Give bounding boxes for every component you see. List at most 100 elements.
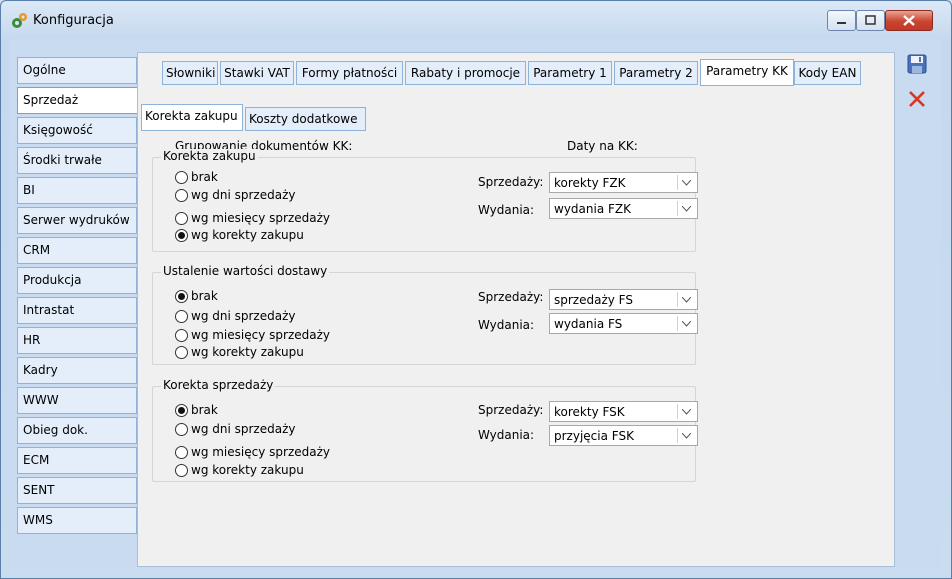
- close-window-button[interactable]: [885, 10, 933, 31]
- tab-formy-platnosci[interactable]: Formy płatności: [296, 61, 403, 85]
- tab-parametry-2[interactable]: Parametry 2: [614, 61, 698, 85]
- sidebar-item-intrastat[interactable]: Intrastat: [17, 297, 137, 324]
- issue-dropdown-value: wydania FZK: [554, 202, 631, 216]
- sidebar-item-ogolne[interactable]: Ogólne: [17, 57, 137, 84]
- radio-brak[interactable]: brak: [175, 401, 218, 419]
- issue-dropdown[interactable]: przyjęcia FSK: [549, 425, 698, 446]
- sales-dropdown-value: korekty FSK: [554, 405, 625, 419]
- subtab-korekta-zakupu[interactable]: Korekta zakupu: [141, 104, 243, 131]
- radio-circle: [175, 463, 188, 477]
- sidebar-item-bi[interactable]: BI: [17, 177, 137, 204]
- chevron-down-icon: [677, 292, 695, 307]
- close-icon: [909, 91, 925, 107]
- tab-slowniki[interactable]: Słowniki: [162, 61, 218, 85]
- close-x-icon: [903, 15, 915, 26]
- maximize-icon: [865, 15, 876, 25]
- radio-wg-korekty-zakupu[interactable]: wg korekty zakupu: [175, 461, 304, 479]
- radio-circle: [175, 445, 188, 459]
- sidebar-item-crm[interactable]: CRM: [17, 237, 137, 264]
- tab-kody-ean[interactable]: Kody EAN: [794, 61, 861, 85]
- radio-label: wg dni sprzedaży: [191, 422, 296, 436]
- radio-label: wg miesięcy sprzedaży: [191, 328, 330, 342]
- radio-circle-selected: [175, 289, 188, 303]
- radio-wg-korekty-zakupu[interactable]: wg korekty zakupu: [175, 343, 304, 361]
- sales-label: Sprzedaży:: [478, 175, 544, 189]
- radio-circle: [175, 170, 188, 184]
- radio-wg-dni-sprzedazy[interactable]: wg dni sprzedaży: [175, 420, 295, 438]
- chevron-down-icon: [677, 316, 695, 331]
- issue-dropdown[interactable]: wydania FZK: [549, 198, 698, 219]
- radio-label: wg miesięcy sprzedaży: [191, 211, 330, 225]
- radio-wg-dni-sprzedazy[interactable]: wg dni sprzedaży: [175, 186, 295, 204]
- radio-label: wg korekty zakupu: [191, 345, 304, 359]
- sidebar-item-serwer-wydrukow[interactable]: Serwer wydruków: [17, 207, 137, 234]
- configuration-window: Konfiguracja Ogólne Sprzedaż Księgowość …: [0, 0, 952, 579]
- sales-dropdown[interactable]: sprzedaży FS: [549, 289, 698, 310]
- window-title: Konfiguracja: [33, 13, 114, 28]
- sales-label: Sprzedaży:: [478, 290, 544, 304]
- maximize-button[interactable]: [856, 10, 885, 31]
- sidebar-item-obieg-dok[interactable]: Obieg dok.: [17, 417, 137, 444]
- radio-label: wg korekty zakupu: [191, 463, 304, 477]
- sidebar-item-kadry[interactable]: Kadry: [17, 357, 137, 384]
- issue-label: Wydania:: [478, 203, 535, 217]
- chevron-down-icon: [677, 428, 695, 443]
- minimize-button[interactable]: [827, 10, 856, 31]
- radio-label: wg korekty zakupu: [191, 228, 304, 242]
- radio-wg-korekty-zakupu[interactable]: wg korekty zakupu: [175, 226, 304, 244]
- app-gear-icon: [12, 13, 27, 28]
- group-title: Ustalenie wartości dostawy: [161, 264, 330, 278]
- radio-brak[interactable]: brak: [175, 287, 218, 305]
- group-title: Korekta zakupu: [161, 149, 258, 163]
- sidebar-item-sprzedaz[interactable]: Sprzedaż: [17, 87, 145, 114]
- sales-dropdown[interactable]: korekty FZK: [549, 172, 698, 193]
- issue-dropdown-value: przyjęcia FSK: [554, 429, 634, 443]
- radio-wg-miesiecy-sprzedazy[interactable]: wg miesięcy sprzedaży: [175, 443, 330, 461]
- group-korekta-zakupu: Korekta zakupu brak wg dni sprzedaży wg …: [152, 149, 698, 252]
- sidebar-item-ksiegowosc[interactable]: Księgowość: [17, 117, 137, 144]
- sales-label: Sprzedaży:: [478, 403, 544, 417]
- radio-wg-dni-sprzedazy[interactable]: wg dni sprzedaży: [175, 307, 295, 325]
- chevron-down-icon: [677, 404, 695, 419]
- sidebar-item-hr[interactable]: HR: [17, 327, 137, 354]
- radio-circle: [175, 211, 188, 225]
- subtab-koszty-dodatkowe[interactable]: Koszty dodatkowe: [245, 107, 366, 131]
- chevron-down-icon: [677, 201, 695, 216]
- sales-dropdown[interactable]: korekty FSK: [549, 401, 698, 422]
- tab-rabaty-i-promocje[interactable]: Rabaty i promocje: [405, 61, 526, 85]
- issue-label: Wydania:: [478, 318, 535, 332]
- sales-dropdown-value: sprzedaży FS: [554, 293, 633, 307]
- save-button[interactable]: [905, 52, 929, 76]
- issue-dropdown-value: wydania FS: [554, 317, 623, 331]
- radio-label: wg miesięcy sprzedaży: [191, 445, 330, 459]
- radio-circle-selected: [175, 228, 188, 242]
- sidebar-item-srodki-trwale[interactable]: Środki trwałe: [17, 147, 137, 174]
- issue-label: Wydania:: [478, 428, 535, 442]
- tab-parametry-1[interactable]: Parametry 1: [528, 61, 612, 85]
- sidebar-item-produkcja[interactable]: Produkcja: [17, 267, 137, 294]
- group-ustalenie-wartosci-dostawy: Ustalenie wartości dostawy brak wg dni s…: [152, 264, 698, 365]
- settings-panel: Słowniki Stawki VAT Formy płatności Raba…: [137, 52, 895, 567]
- radio-wg-miesiecy-sprzedazy[interactable]: wg miesięcy sprzedaży: [175, 326, 330, 344]
- sidebar-item-sent[interactable]: SENT: [17, 477, 137, 504]
- sidebar: Ogólne Sprzedaż Księgowość Środki trwałe…: [17, 57, 145, 537]
- radio-label: brak: [191, 170, 218, 184]
- sidebar-item-wms[interactable]: WMS: [17, 507, 137, 534]
- tab-stawki-vat[interactable]: Stawki VAT: [220, 61, 294, 85]
- sidebar-item-www[interactable]: WWW: [17, 387, 137, 414]
- group-title: Korekta sprzedaży: [161, 378, 276, 392]
- radio-wg-miesiecy-sprzedazy[interactable]: wg miesięcy sprzedaży: [175, 209, 330, 227]
- radio-label: brak: [191, 289, 218, 303]
- tab-parametry-kk[interactable]: Parametry KK: [700, 59, 794, 86]
- sidebar-item-ecm[interactable]: ECM: [17, 447, 137, 474]
- radio-circle: [175, 422, 188, 436]
- radio-circle: [175, 328, 188, 342]
- title-bar[interactable]: Konfiguracja: [1, 1, 951, 39]
- close-button[interactable]: [905, 87, 929, 111]
- minimize-icon: [837, 22, 846, 24]
- issue-dropdown[interactable]: wydania FS: [549, 313, 698, 334]
- chevron-down-icon: [677, 175, 695, 190]
- radio-circle: [175, 188, 188, 202]
- radio-brak[interactable]: brak: [175, 168, 218, 186]
- radio-label: brak: [191, 403, 218, 417]
